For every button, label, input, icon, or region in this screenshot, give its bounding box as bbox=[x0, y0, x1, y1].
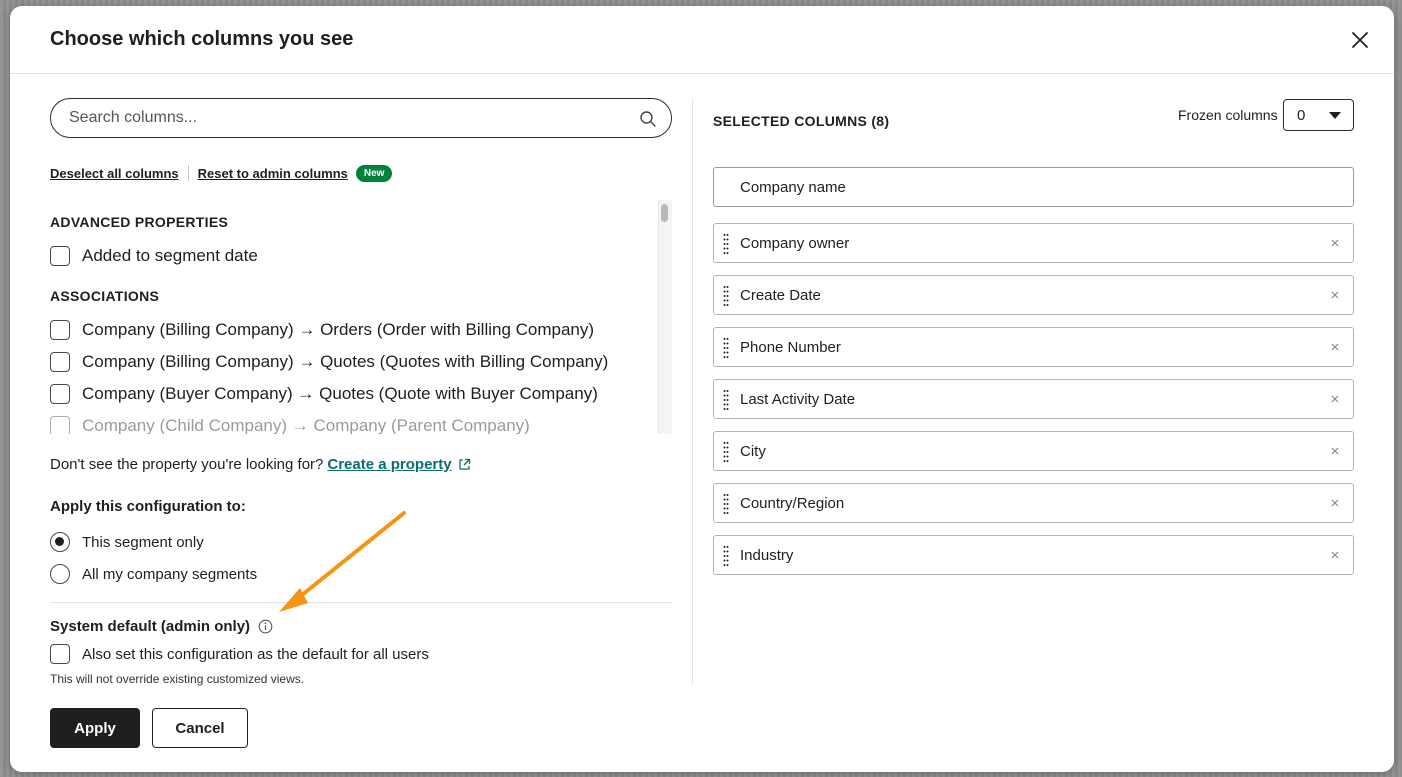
modal-header: Choose which columns you see bbox=[10, 6, 1394, 74]
selected-column-item[interactable]: City bbox=[713, 431, 1354, 471]
drag-handle-icon[interactable] bbox=[723, 545, 729, 567]
column-chooser-modal: Choose which columns you see Deselect al… bbox=[10, 6, 1394, 772]
search-icon[interactable] bbox=[639, 110, 657, 128]
checkbox-label: Company (Buyer Company) → Quotes (Quote … bbox=[82, 384, 598, 403]
reset-admin-columns-link[interactable]: Reset to admin columns bbox=[198, 166, 348, 181]
list-item[interactable]: Company (Buyer Company) → Quotes (Quote … bbox=[50, 382, 598, 406]
selected-column-item: Company name bbox=[713, 167, 1354, 207]
column-divider bbox=[692, 98, 693, 684]
property-list[interactable]: ADVANCED PROPERTIES Added to segment dat… bbox=[50, 200, 672, 434]
list-item[interactable]: Company (Billing Company) → Quotes (Quot… bbox=[50, 350, 608, 374]
deselect-all-link[interactable]: Deselect all columns bbox=[50, 166, 179, 181]
create-property-link[interactable]: Create a property bbox=[327, 456, 451, 473]
search-box[interactable] bbox=[50, 98, 672, 138]
checkbox[interactable] bbox=[50, 384, 70, 404]
apply-config-heading: Apply this configuration to: bbox=[50, 498, 246, 515]
selected-column-item[interactable]: Last Activity Date bbox=[713, 379, 1354, 419]
modal-title: Choose which columns you see bbox=[50, 28, 354, 50]
column-label: Country/Region bbox=[740, 495, 845, 512]
scrollbar-thumb[interactable] bbox=[661, 204, 668, 222]
selected-column-item[interactable]: Company owner bbox=[713, 223, 1354, 263]
drag-handle-icon[interactable] bbox=[723, 233, 729, 255]
selected-column-item[interactable]: Create Date bbox=[713, 275, 1354, 315]
drag-handle-icon[interactable] bbox=[723, 285, 729, 307]
system-default-title: System default (admin only) bbox=[50, 618, 251, 635]
column-label: Phone Number bbox=[740, 339, 841, 356]
column-label: Company owner bbox=[740, 235, 850, 252]
search-input[interactable] bbox=[67, 99, 627, 137]
bulk-actions: Deselect all columns Reset to admin colu… bbox=[50, 162, 393, 184]
cancel-button[interactable]: Cancel bbox=[152, 708, 248, 748]
drag-handle-icon[interactable] bbox=[723, 493, 729, 515]
system-default-checkbox-row[interactable]: Also set this configuration as the defau… bbox=[50, 642, 429, 666]
remove-icon[interactable] bbox=[1330, 342, 1340, 352]
radio-button[interactable] bbox=[50, 564, 70, 584]
checkbox[interactable] bbox=[50, 320, 70, 340]
radio-all-segments[interactable]: All my company segments bbox=[50, 562, 257, 586]
checkbox-label: Also set this configuration as the defau… bbox=[82, 645, 429, 663]
scrollbar-track[interactable] bbox=[658, 200, 672, 434]
remove-icon[interactable] bbox=[1330, 446, 1340, 456]
checkbox-label: Added to segment date bbox=[82, 246, 258, 265]
system-default-note: This will not override existing customiz… bbox=[50, 672, 305, 686]
checkbox[interactable] bbox=[50, 352, 70, 372]
radio-label: This segment only bbox=[82, 533, 204, 551]
checkbox[interactable] bbox=[50, 644, 70, 664]
checkbox[interactable] bbox=[50, 246, 70, 266]
system-default-heading: System default (admin only) bbox=[50, 618, 273, 635]
selected-column-item[interactable]: Industry bbox=[713, 535, 1354, 575]
apply-button[interactable]: Apply bbox=[50, 708, 140, 748]
drag-handle-icon[interactable] bbox=[723, 337, 729, 359]
remove-icon[interactable] bbox=[1330, 290, 1340, 300]
radio-this-segment[interactable]: This segment only bbox=[50, 530, 204, 554]
column-label: Company name bbox=[740, 179, 846, 196]
drag-handle-icon[interactable] bbox=[723, 441, 729, 463]
checkbox-label: Company (Child Company) → Company (Paren… bbox=[82, 416, 530, 434]
chevron-down-icon bbox=[1329, 112, 1341, 119]
column-label: Industry bbox=[740, 547, 794, 564]
column-label: City bbox=[740, 443, 766, 460]
new-badge: New bbox=[355, 164, 393, 182]
external-link-icon[interactable] bbox=[458, 458, 471, 471]
frozen-columns-label: Frozen columns bbox=[1178, 107, 1278, 123]
checkbox[interactable] bbox=[50, 416, 70, 434]
list-item[interactable]: Added to segment date bbox=[50, 244, 258, 268]
link-separator bbox=[187, 165, 189, 181]
checkbox-label: Company (Billing Company) → Quotes (Quot… bbox=[82, 352, 609, 371]
checkbox-label: Company (Billing Company) → Orders (Orde… bbox=[82, 320, 595, 339]
close-icon[interactable] bbox=[1348, 28, 1372, 52]
column-label: Last Activity Date bbox=[740, 391, 856, 408]
section-heading-associations: ASSOCIATIONS bbox=[50, 288, 160, 304]
remove-icon[interactable] bbox=[1330, 498, 1340, 508]
info-icon[interactable] bbox=[258, 619, 273, 634]
selected-column-item[interactable]: Country/Region bbox=[713, 483, 1354, 523]
selected-column-item[interactable]: Phone Number bbox=[713, 327, 1354, 367]
remove-icon[interactable] bbox=[1330, 394, 1340, 404]
radio-label: All my company segments bbox=[82, 565, 258, 583]
list-item[interactable]: Company (Billing Company) → Orders (Orde… bbox=[50, 318, 594, 342]
section-divider bbox=[50, 602, 672, 603]
hint-text: Don't see the property you're looking fo… bbox=[50, 456, 324, 473]
column-label: Create Date bbox=[740, 287, 821, 304]
selected-columns-heading: SELECTED COLUMNS (8) bbox=[713, 113, 890, 129]
frozen-columns-value: 0 bbox=[1297, 107, 1306, 124]
frozen-columns-select[interactable]: 0 bbox=[1283, 99, 1354, 131]
radio-button[interactable] bbox=[50, 532, 70, 552]
remove-icon[interactable] bbox=[1330, 550, 1340, 560]
section-heading-advanced: ADVANCED PROPERTIES bbox=[50, 214, 229, 230]
create-property-hint: Don't see the property you're looking fo… bbox=[50, 456, 471, 473]
remove-icon[interactable] bbox=[1330, 238, 1340, 248]
list-item[interactable]: Company (Child Company) → Company (Paren… bbox=[50, 414, 530, 434]
drag-handle-icon[interactable] bbox=[723, 389, 729, 411]
